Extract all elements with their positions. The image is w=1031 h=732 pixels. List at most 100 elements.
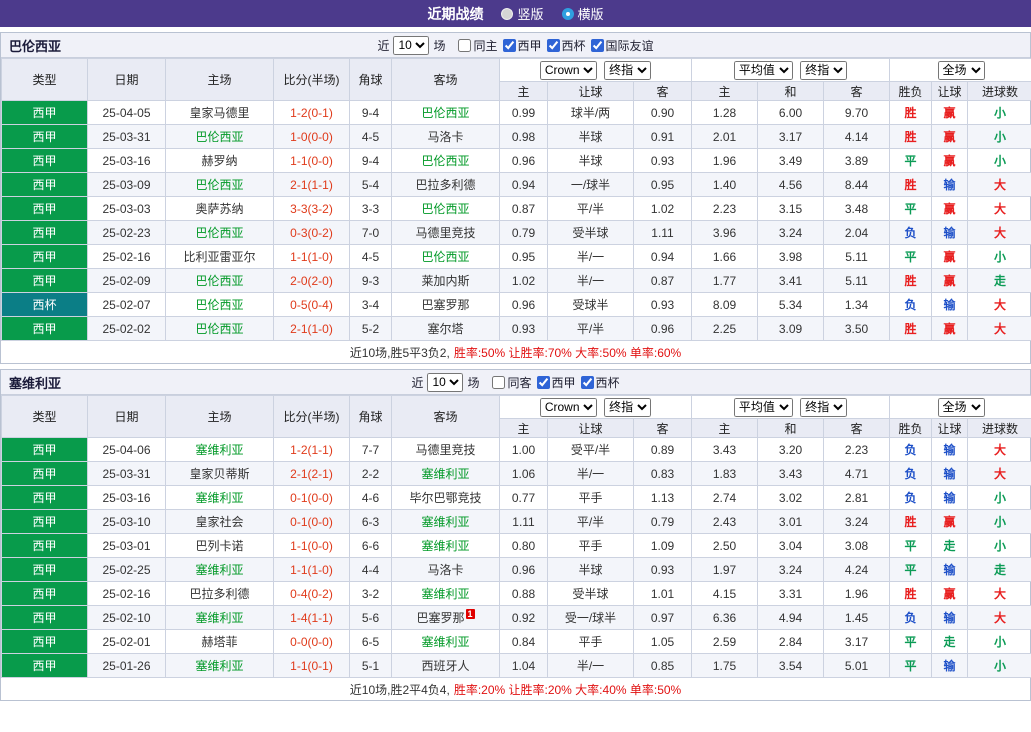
away-team-link[interactable]: 巴塞罗那 (392, 293, 500, 317)
odds-source-select[interactable]: Crown (540, 61, 597, 80)
home-team-link[interactable]: 塞维利亚 (166, 486, 274, 510)
score-cell: 0-4(0-2) (274, 582, 350, 606)
away-team-link[interactable]: 巴伦西亚 (392, 101, 500, 125)
goals-result-cell: 小 (968, 245, 1031, 269)
home-team-link[interactable]: 巴伦西亚 (166, 221, 274, 245)
avg-source-select[interactable]: 平均值 (734, 398, 793, 417)
recent-matches-control: 近 10 场 同主西甲西杯国际友谊 (377, 36, 653, 55)
home-team-link[interactable]: 塞维利亚 (166, 558, 274, 582)
avg-home-cell: 4.15 (692, 582, 758, 606)
avg-home-cell: 1.40 (692, 173, 758, 197)
home-team-link[interactable]: 皇家马德里 (166, 101, 274, 125)
away-team-link[interactable]: 马洛卡 (392, 125, 500, 149)
filter-西甲[interactable]: 西甲 (503, 37, 542, 54)
home-team-link[interactable]: 巴伦西亚 (166, 317, 274, 341)
away-team-link[interactable]: 巴拉多利德 (392, 173, 500, 197)
filter-checkbox-西杯[interactable] (547, 39, 560, 52)
odds-away-cell: 0.94 (634, 245, 692, 269)
filter-checkbox-西杯[interactable] (581, 376, 594, 389)
avg-home-cell: 6.36 (692, 606, 758, 630)
view-option-label: 横版 (578, 4, 604, 23)
avg-source-select[interactable]: 平均值 (734, 61, 793, 80)
odds-time-select[interactable]: 终指 (604, 61, 651, 80)
away-team-link[interactable]: 马德里竞技 (392, 438, 500, 462)
odds-away-cell: 0.85 (634, 654, 692, 678)
odds-group-header: Crown 终指 (500, 59, 692, 82)
away-team-link[interactable]: 塞维利亚 (392, 630, 500, 654)
away-team-link[interactable]: 巴伦西亚 (392, 245, 500, 269)
home-team-link[interactable]: 巴伦西亚 (166, 173, 274, 197)
odds-handicap-cell: 半/一 (548, 245, 634, 269)
away-team-link[interactable]: 塞维利亚 (392, 510, 500, 534)
home-team-link[interactable]: 比利亚雷亚尔 (166, 245, 274, 269)
odds-away-cell: 1.02 (634, 197, 692, 221)
view-option-horizontal[interactable]: 横版 (562, 4, 604, 23)
home-team-link[interactable]: 塞维利亚 (166, 606, 274, 630)
filter-checkbox-同主[interactable] (458, 39, 471, 52)
filter-checkbox-西甲[interactable] (537, 376, 550, 389)
filter-checkbox-同客[interactable] (492, 376, 505, 389)
avg-draw-cell: 3.17 (758, 125, 824, 149)
corner-cell: 6-5 (350, 630, 392, 654)
away-team-link[interactable]: 马洛卡 (392, 558, 500, 582)
filter-checkbox-国际友谊[interactable] (591, 39, 604, 52)
col-header-odds-away: 客 (634, 419, 692, 438)
handicap-result-cell: 走 (932, 630, 968, 654)
away-team-link[interactable]: 毕尔巴鄂竞技 (392, 486, 500, 510)
avg-time-select[interactable]: 终指 (800, 398, 847, 417)
home-team-link[interactable]: 巴伦西亚 (166, 269, 274, 293)
avg-away-cell: 1.34 (824, 293, 890, 317)
home-team-link[interactable]: 塞维利亚 (166, 654, 274, 678)
recent-count-select[interactable]: 10 (427, 373, 463, 392)
away-team-link[interactable]: 巴伦西亚 (392, 197, 500, 221)
home-team-link[interactable]: 巴拉多利德 (166, 582, 274, 606)
home-team-link[interactable]: 塞维利亚 (166, 438, 274, 462)
odds-source-select[interactable]: Crown (540, 398, 597, 417)
home-team-link[interactable]: 皇家社会 (166, 510, 274, 534)
avg-draw-cell: 3.43 (758, 462, 824, 486)
result-cell: 平 (890, 654, 932, 678)
filter-同主[interactable]: 同主 (458, 37, 497, 54)
away-team-link[interactable]: 塞维利亚 (392, 534, 500, 558)
handicap-result-cell: 赢 (932, 317, 968, 341)
avg-away-cell: 5.11 (824, 245, 890, 269)
view-option-vertical[interactable]: 竖版 (501, 4, 543, 23)
home-team-link[interactable]: 巴伦西亚 (166, 293, 274, 317)
filter-西杯[interactable]: 西杯 (581, 374, 620, 391)
avg-home-cell: 1.96 (692, 149, 758, 173)
filter-西甲[interactable]: 西甲 (537, 374, 576, 391)
odds-time-select[interactable]: 终指 (604, 398, 651, 417)
home-team-link[interactable]: 赫罗纳 (166, 149, 274, 173)
home-team-link[interactable]: 巴列卡诺 (166, 534, 274, 558)
scope-select[interactable]: 全场 (938, 398, 985, 417)
away-team-link[interactable]: 巴伦西亚 (392, 149, 500, 173)
avg-home-cell: 2.59 (692, 630, 758, 654)
recent-count-select[interactable]: 10 (393, 36, 429, 55)
away-team-link[interactable]: 西班牙人 (392, 654, 500, 678)
filter-label: 西杯 (562, 37, 586, 54)
away-team-link[interactable]: 马德里竞技 (392, 221, 500, 245)
away-team-link[interactable]: 塞维利亚 (392, 462, 500, 486)
home-team-link[interactable]: 皇家贝蒂斯 (166, 462, 274, 486)
odds-home-cell: 0.92 (500, 606, 548, 630)
away-team-link[interactable]: 巴塞罗那1 (392, 606, 500, 630)
filter-同客[interactable]: 同客 (492, 374, 531, 391)
result-cell: 平 (890, 149, 932, 173)
filter-西杯[interactable]: 西杯 (547, 37, 586, 54)
corner-cell: 2-2 (350, 462, 392, 486)
odds-group-header: Crown 终指 (500, 396, 692, 419)
filter-国际友谊[interactable]: 国际友谊 (591, 37, 654, 54)
recent-matches-control: 近 10 场 同客西甲西杯 (411, 373, 619, 392)
avg-draw-cell: 3.01 (758, 510, 824, 534)
result-cell: 胜 (890, 317, 932, 341)
home-team-link[interactable]: 奥萨苏纳 (166, 197, 274, 221)
away-team-link[interactable]: 莱加内斯 (392, 269, 500, 293)
avg-time-select[interactable]: 终指 (800, 61, 847, 80)
filter-checkbox-西甲[interactable] (503, 39, 516, 52)
away-team-link[interactable]: 塞维利亚 (392, 582, 500, 606)
home-team-link[interactable]: 巴伦西亚 (166, 125, 274, 149)
matches-table: 类型 日期 主场 比分(半场) 角球 客场 Crown 终指 平均值 终指 全场 (1, 395, 1031, 678)
home-team-link[interactable]: 赫塔菲 (166, 630, 274, 654)
away-team-link[interactable]: 塞尔塔 (392, 317, 500, 341)
scope-select[interactable]: 全场 (938, 61, 985, 80)
